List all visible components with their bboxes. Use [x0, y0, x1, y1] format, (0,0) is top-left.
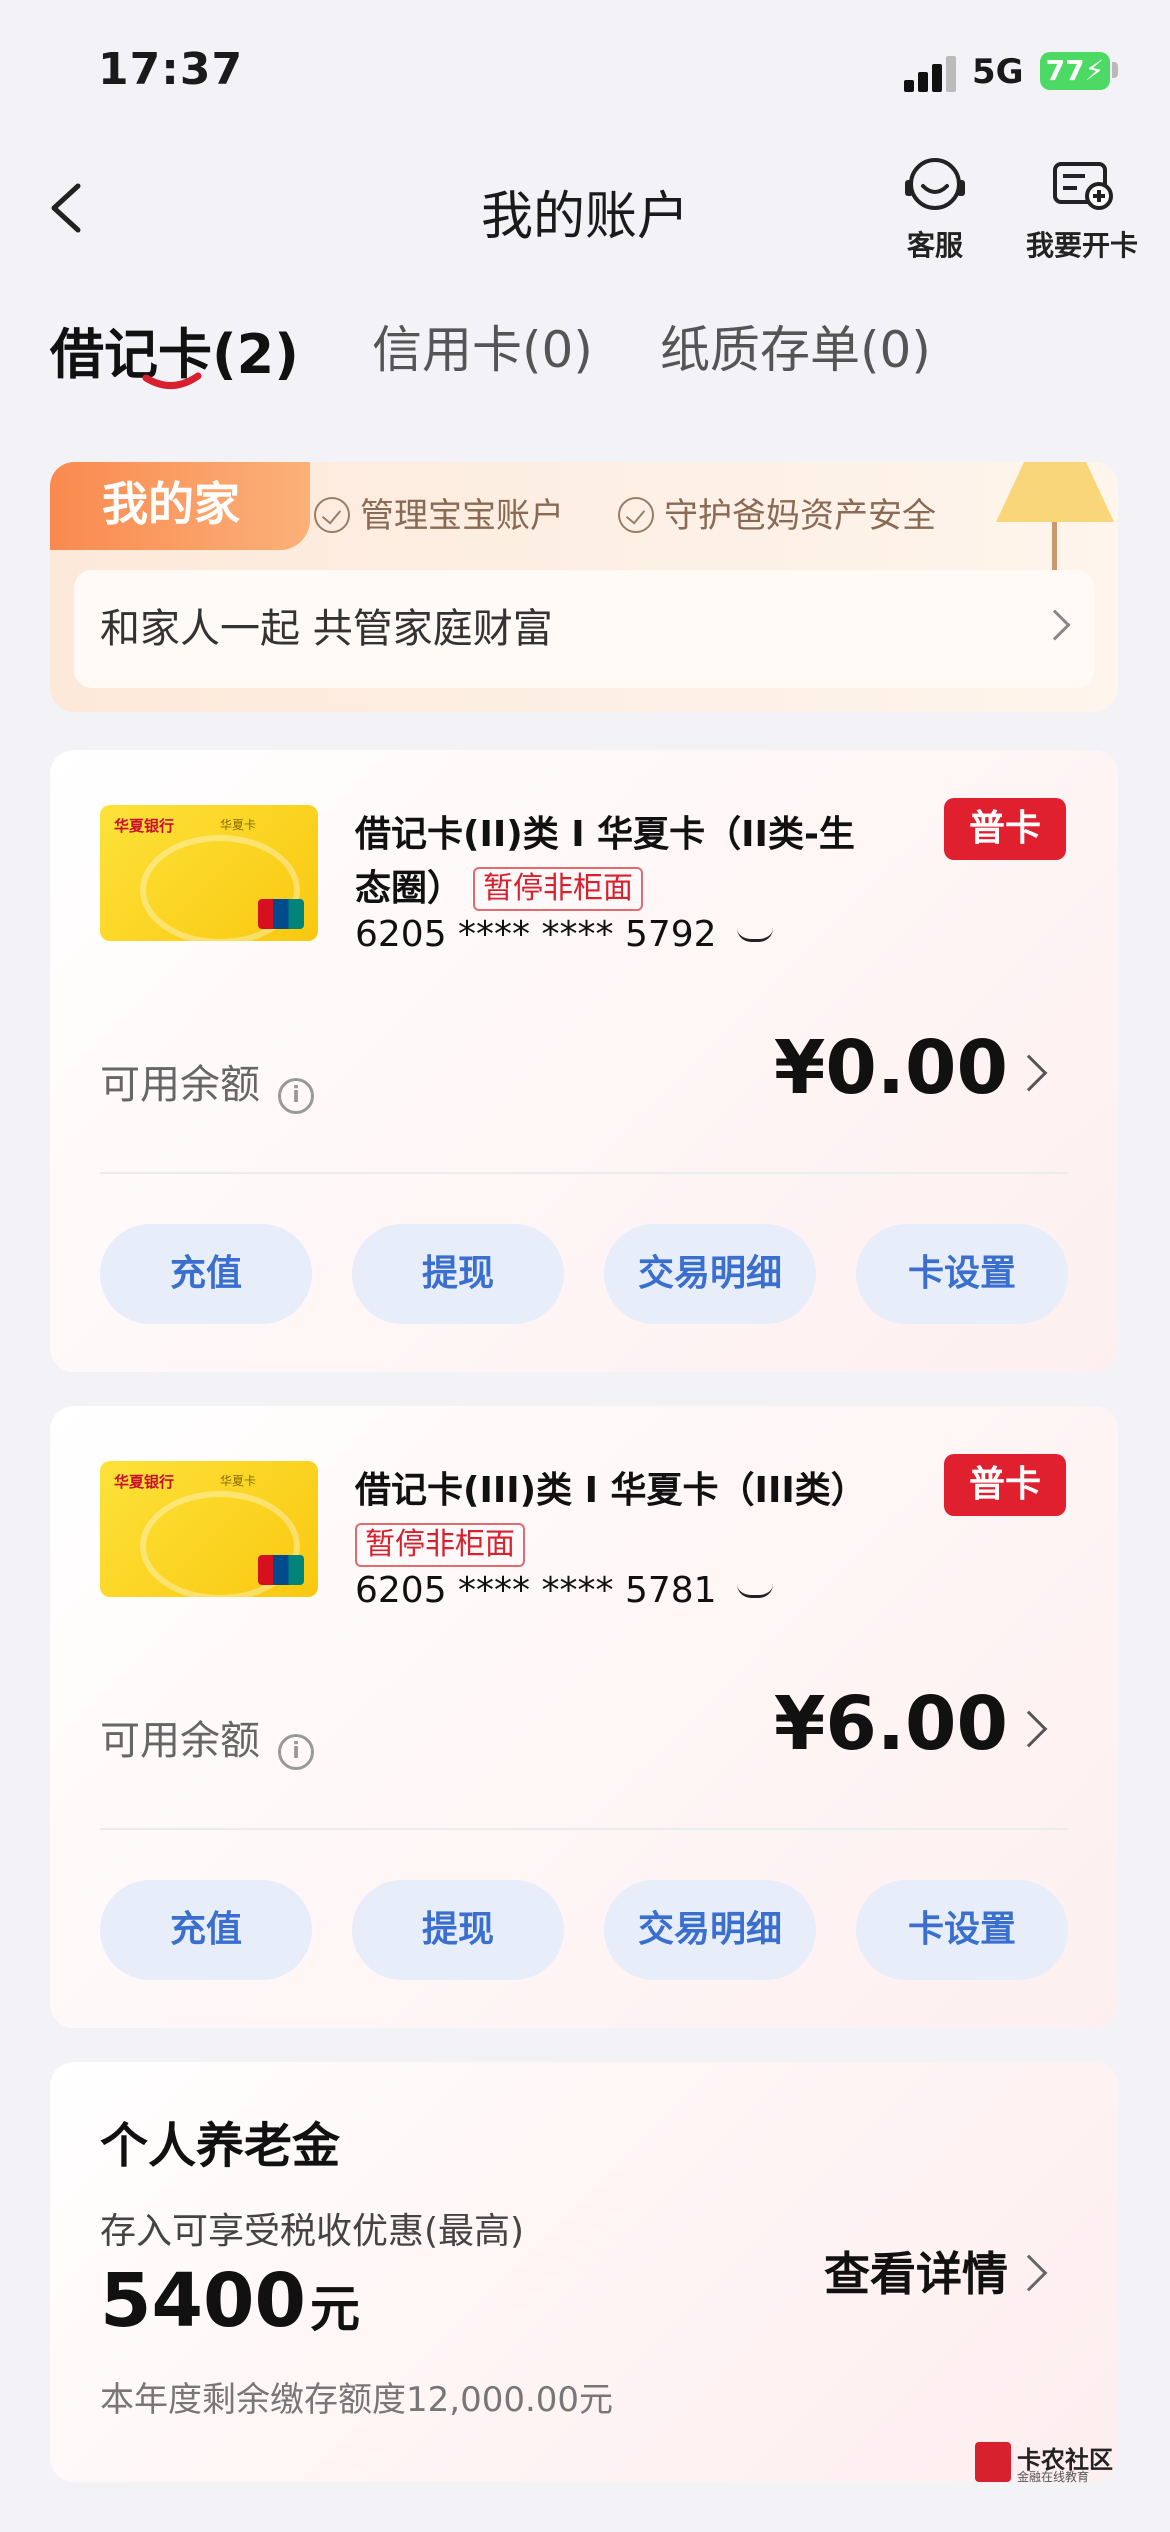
pension-subtitle: 存入可享受税收优惠(最高) — [100, 2211, 525, 2252]
unionpay-logo — [258, 899, 304, 929]
view-details-button[interactable]: 查看详情 — [824, 2238, 1008, 2304]
family-feature-baby: 管理宝宝账户 — [314, 488, 564, 537]
transactions-button[interactable]: 交易明细 — [604, 1880, 816, 1980]
card-name-line1: 借记卡(II)类 I 华夏卡（II类-生 — [355, 814, 855, 855]
pension-title: 个人养老金 — [100, 2118, 341, 2174]
chevron-right-icon — [1039, 609, 1071, 641]
active-tab-indicator — [142, 372, 202, 389]
family-entry-text: 和家人一起 共管家庭财富 — [100, 606, 553, 652]
customer-service-label: 客服 — [906, 229, 963, 262]
pension-amount: 5400元 — [100, 2258, 360, 2344]
recharge-button[interactable]: 充值 — [100, 1880, 312, 1980]
battery-icon: 77⚡ — [1040, 52, 1110, 90]
check-circle-icon — [314, 497, 350, 533]
pension-panel[interactable]: 个人养老金 存入可享受税收优惠(最高) 5400元 本年度剩余缴存额度12,00… — [50, 2062, 1118, 2482]
open-card-label: 我要开卡 — [1026, 229, 1139, 262]
balance-label: 可用余额 i — [100, 1052, 314, 1114]
headset-icon — [905, 158, 965, 210]
balance-amount[interactable]: ¥0.00 — [774, 1025, 1008, 1111]
pension-amount-unit: 元 — [309, 2280, 360, 2338]
card-level-badge: 普卡 — [944, 798, 1066, 860]
suspend-tag: 暂停非柜面 — [473, 867, 644, 911]
family-tag: 我的家 — [50, 462, 310, 550]
status-bar: 17:37 5G 77⚡ — [0, 0, 1170, 140]
divider — [100, 1828, 1068, 1830]
chevron-right-icon[interactable] — [1010, 1710, 1048, 1748]
card-image[interactable]: 华夏银行 华夏卡 — [100, 1461, 318, 1597]
lamp-icon — [996, 462, 1114, 572]
card-name: 借记卡(II)类 I 华夏卡（II类-生 态圈） 暂停非柜面 — [355, 808, 915, 916]
family-feature-baby-label: 管理宝宝账户 — [360, 496, 564, 536]
family-feature-parents-label: 守护爸妈资产安全 — [664, 496, 936, 536]
card-name-line1: 借记卡(III)类 I 华夏卡（III类） — [355, 1470, 867, 1511]
card-name: 借记卡(III)类 I 华夏卡（III类） 暂停非柜面 — [355, 1464, 915, 1572]
family-banner[interactable]: 我的家 管理宝宝账户 守护爸妈资产安全 和家人一起 共管家庭财富 — [50, 462, 1118, 712]
status-time: 17:37 — [98, 44, 244, 95]
unionpay-logo — [258, 1555, 304, 1585]
info-icon[interactable]: i — [278, 1734, 314, 1770]
nav-bar: 我的账户 客服 我要开卡 — [0, 150, 1170, 270]
bank-logo: 华夏银行 — [114, 1473, 175, 1491]
balance-label-text: 可用余额 — [100, 1718, 260, 1764]
chevron-right-icon[interactable] — [1010, 1054, 1048, 1092]
pension-amount-value: 5400 — [100, 2258, 306, 2344]
info-icon[interactable]: i — [278, 1078, 314, 1114]
card-number-text: 6205 **** **** 5792 — [355, 914, 717, 955]
recharge-button[interactable]: 充值 — [100, 1224, 312, 1324]
card-image[interactable]: 华夏银行 华夏卡 — [100, 805, 318, 941]
balance-label-text: 可用余额 — [100, 1062, 260, 1108]
card-settings-button[interactable]: 卡设置 — [856, 1880, 1068, 1980]
watermark: 卡农社区 金融在线教育 — [975, 2440, 1125, 2490]
open-card-button[interactable]: 我要开卡 — [1026, 156, 1138, 264]
card-number: 6205 **** **** 5792 — [355, 914, 773, 955]
watermark-logo — [975, 2442, 1011, 2482]
page-title: 我的账户 — [480, 187, 689, 247]
add-card-icon — [1053, 162, 1113, 210]
debit-card-panel: 华夏银行 华夏卡 借记卡(II)类 I 华夏卡（II类-生 态圈） 暂停非柜面 6… — [50, 750, 1118, 1372]
family-feature-parents: 守护爸妈资产安全 — [618, 488, 936, 537]
balance-label: 可用余额 i — [100, 1708, 314, 1770]
card-name-line2: 态圈） — [355, 868, 464, 909]
card-brand: 华夏卡 — [220, 818, 257, 832]
family-entry-row[interactable]: 和家人一起 共管家庭财富 — [74, 570, 1094, 688]
chevron-right-icon[interactable] — [1010, 2254, 1048, 2292]
debit-card-panel: 华夏银行 华夏卡 借记卡(III)类 I 华夏卡（III类） 暂停非柜面 620… — [50, 1406, 1118, 2028]
pension-note: 本年度剩余缴存额度12,000.00元 — [100, 2380, 614, 2420]
card-brand: 华夏卡 — [220, 1474, 257, 1488]
customer-service-button[interactable]: 客服 — [902, 156, 968, 264]
bank-logo: 华夏银行 — [114, 817, 175, 835]
eye-closed-icon[interactable] — [736, 928, 773, 942]
tab-paper-deposit[interactable]: 纸质存单(0) — [660, 310, 931, 382]
watermark-sub: 金融在线教育 — [1017, 2470, 1090, 2484]
divider — [100, 1172, 1068, 1174]
check-circle-icon — [618, 497, 654, 533]
suspend-tag: 暂停非柜面 — [355, 1523, 525, 1567]
signal-icon — [904, 56, 956, 92]
withdraw-button[interactable]: 提现 — [352, 1224, 564, 1324]
card-number-text: 6205 **** **** 5781 — [355, 1570, 717, 1611]
battery-tip — [1112, 62, 1118, 78]
card-settings-button[interactable]: 卡设置 — [856, 1224, 1068, 1324]
card-level-badge: 普卡 — [944, 1454, 1066, 1516]
balance-amount[interactable]: ¥6.00 — [774, 1681, 1008, 1767]
transactions-button[interactable]: 交易明细 — [604, 1224, 816, 1324]
battery-level: 77 — [1045, 54, 1085, 87]
card-number: 6205 **** **** 5781 — [355, 1570, 773, 1611]
eye-closed-icon[interactable] — [736, 1584, 773, 1598]
tab-credit-card[interactable]: 信用卡(0) — [372, 310, 593, 382]
network-type: 5G — [972, 52, 1024, 92]
withdraw-button[interactable]: 提现 — [352, 1880, 564, 1980]
